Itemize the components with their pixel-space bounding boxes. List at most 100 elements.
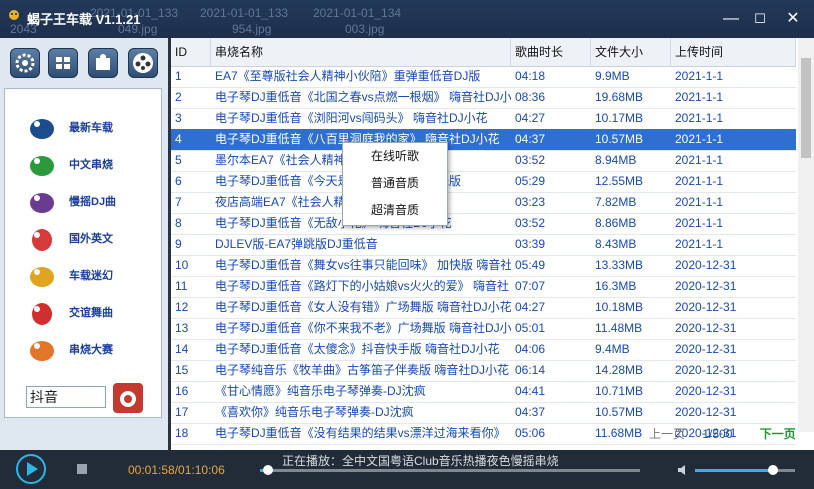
volume-icon[interactable] xyxy=(677,463,691,477)
table-row[interactable]: 6 电子琴DJ重低音《今天是你的生日》 广场舞版 05:29 12.55MB 2021-… xyxy=(171,171,796,193)
table-cell: 10.57MB xyxy=(595,405,644,419)
table-cell: 04:37 xyxy=(515,132,546,146)
video-button[interactable] xyxy=(128,48,158,78)
stop-button[interactable] xyxy=(77,464,87,474)
table-row[interactable]: 3 电子琴DJ重低音《浏阳河vs闯码头》 嗨音社DJ小花 04:27 10.17MB 2… xyxy=(171,108,796,130)
table-cell: 2020-12-31 xyxy=(675,279,737,293)
table-row[interactable]: 15 电子琴纯音乐《牧羊曲》古筝笛子伴奏版 嗨音社DJ小花 06:14 14.28MB… xyxy=(171,360,796,382)
table-cell: 2021-1-1 xyxy=(675,90,724,104)
category-item[interactable]: 国外英文 xyxy=(25,220,155,254)
category-item[interactable]: 串烧大赛 xyxy=(25,331,155,365)
dragon-mascot-icon xyxy=(30,267,54,287)
table-cell: 1 xyxy=(175,69,182,83)
scorpion-logo-icon xyxy=(9,10,19,20)
table-cell: 8.86MB xyxy=(595,216,637,230)
prev-page-link[interactable]: 上一页 xyxy=(649,427,685,441)
table-row[interactable]: 8 电子琴DJ重低音《无敌小花》 嗨音社DJ小花 03:52 8.86MB 2021-1… xyxy=(171,213,796,235)
play-button[interactable] xyxy=(16,454,46,484)
category-item[interactable]: 中文串烧 xyxy=(25,146,155,180)
menu-item-hd-quality[interactable]: 超清音质 xyxy=(343,197,447,224)
table-cell: 电子琴DJ重低音《女人没有错》广场舞版 嗨音社DJ小花 xyxy=(215,300,511,314)
record-button[interactable] xyxy=(113,383,143,413)
table-cell: 9 xyxy=(175,237,182,251)
table-cell: 03:23 xyxy=(515,195,546,209)
table-cell: 16 xyxy=(175,384,189,398)
scrollbar-thumb[interactable] xyxy=(801,58,811,158)
table-cell: 11 xyxy=(175,279,188,293)
progress-knob[interactable] xyxy=(262,465,273,475)
table-cell: 2021-1-1 xyxy=(675,153,724,167)
category-item[interactable]: 慢摇DJ曲 xyxy=(25,183,155,217)
window-title: 蝎子王车载 V1.1.21 xyxy=(27,12,141,27)
dragon-mascot-icon xyxy=(30,341,54,361)
next-page-link[interactable]: 下一页 xyxy=(760,427,796,441)
column-header-size[interactable]: 文件大小 xyxy=(591,38,671,66)
volume-slider[interactable] xyxy=(695,465,795,475)
table-cell: 6 xyxy=(175,174,182,188)
category-item[interactable]: 车载迷幻 xyxy=(25,257,155,291)
settings-button[interactable] xyxy=(10,48,40,78)
table-row[interactable]: 1 EA7《至尊版社会人精神小伙陪》重弹重低音DJ版 04:18 9.9MB 2021-… xyxy=(171,66,796,88)
table-cell: 2020-12-31 xyxy=(675,258,737,272)
table-row[interactable]: 17 《喜欢你》纯音乐电子琴弹奏-DJ沈疯 04:37 10.57MB 2020-12-… xyxy=(171,402,796,424)
menu-item-normal-quality[interactable]: 普通音质 xyxy=(343,170,447,197)
table-cell: 10.57MB xyxy=(595,132,644,146)
title-bar: 2021-01-01_133 2021-01-01_133 2021-01-01… xyxy=(0,0,814,38)
maximize-button[interactable]: ☐ xyxy=(749,8,771,30)
table-cell: EA7《至尊版社会人精神小伙陪》重弹重低音DJ版 xyxy=(215,69,481,83)
column-header-duration[interactable]: 歌曲时长 xyxy=(511,38,591,66)
table-row[interactable]: 13 电子琴DJ重低音《你不来我不老》广场舞版 嗨音社DJ小花 05:01 11.48… xyxy=(171,318,796,340)
table-row[interactable]: 14 电子琴DJ重低音《太傻念》抖音快手版 嗨音社DJ小花 04:06 9.4MB 20… xyxy=(171,339,796,361)
close-button[interactable]: ✕ xyxy=(782,8,804,30)
power-icon xyxy=(120,391,136,407)
column-header-id[interactable]: ID xyxy=(171,38,211,66)
table-row[interactable]: 2 电子琴DJ重低音《北国之春vs点燃一根烟》 嗨音社DJ小花 08:36 19.68… xyxy=(171,87,796,109)
table-cell: 5 xyxy=(175,153,182,167)
progress-slider[interactable] xyxy=(260,465,640,475)
table-cell: 2020-12-31 xyxy=(675,384,737,398)
search-input[interactable]: 抖音 xyxy=(26,386,106,408)
table-cell: 《甘心情愿》纯音乐电子琴弹奏-DJ沈疯 xyxy=(215,384,426,398)
film-reel-icon xyxy=(133,53,153,73)
category-list: 最新车载 中文串烧 慢摇DJ曲 国外英文 车载迷幻 交谊舞曲 串烧大赛 xyxy=(4,88,162,418)
table-cell: 2020-12-31 xyxy=(675,363,737,377)
table-cell: 2020-12-31 xyxy=(675,405,737,419)
table-cell: 电子琴DJ重低音《舞女vs往事只能回味》 加快版 嗨音社 xyxy=(215,258,511,272)
table-row[interactable]: 12 电子琴DJ重低音《女人没有错》广场舞版 嗨音社DJ小花 04:27 10.18M… xyxy=(171,297,796,319)
table-row[interactable]: 16 《甘心情愿》纯音乐电子琴弹奏-DJ沈疯 04:41 10.71MB 2020-12… xyxy=(171,381,796,403)
table-cell: 04:37 xyxy=(515,405,546,419)
column-header-upload-time[interactable]: 上传时间 xyxy=(671,38,796,66)
table-row[interactable]: 10 电子琴DJ重低音《舞女vs往事只能回味》 加快版 嗨音社 05:49 13.33… xyxy=(171,255,796,277)
table-row[interactable]: 4 电子琴DJ重低音《八百里洞庭我的家》 嗨音社DJ小花 04:37 10.57MB 2… xyxy=(171,129,796,151)
table-cell: 电子琴纯音乐《牧羊曲》古筝笛子伴奏版 嗨音社DJ小花 xyxy=(215,363,510,377)
volume-fill xyxy=(695,469,773,472)
background-file-name: 954.jpg xyxy=(232,22,272,36)
table-cell: 2021-1-1 xyxy=(675,132,724,146)
table-cell: 2021-1-1 xyxy=(675,237,724,251)
category-item[interactable]: 交谊舞曲 xyxy=(25,294,155,328)
table-cell: DJLEV版-EA7弹跳版DJ重低音 xyxy=(215,237,378,251)
table-cell: 4 xyxy=(175,132,182,146)
table-row[interactable]: 11 电子琴DJ重低音《路灯下的小姑娘vs火火的爱》 嗨音社 07:07 16.3MB… xyxy=(171,276,796,298)
pagination: 上一页 1/500 下一页 xyxy=(649,425,796,442)
page-indicator: 1/500 xyxy=(702,427,733,441)
category-item[interactable]: 最新车载 xyxy=(25,109,155,143)
window-icon xyxy=(56,57,70,69)
minimize-button[interactable]: — xyxy=(720,8,742,30)
vertical-scrollbar[interactable] xyxy=(798,38,814,432)
table-cell: 电子琴DJ重低音《太傻念》抖音快手版 嗨音社DJ小花 xyxy=(215,342,500,356)
window-button[interactable] xyxy=(48,48,78,78)
column-header-name[interactable]: 串烧名称 xyxy=(211,38,511,66)
table-row[interactable]: 7 夜店高端EA7《社会人精神小伙》重弹DJ版 03:23 7.82MB 2021-1-… xyxy=(171,192,796,214)
table-row[interactable]: 5 墨尔本EA7《社会人精神小伙》 03:52 8.94MB 2021-1-1 xyxy=(171,150,796,172)
song-table: ID 串烧名称 歌曲时长 文件大小 上传时间 1 EA7《至尊版社会人精神小伙陪》… xyxy=(171,38,814,450)
table-cell: 10 xyxy=(175,258,189,272)
table-cell: 《喜欢你》纯音乐电子琴弹奏-DJ沈疯 xyxy=(215,405,414,419)
menu-item-online-listen[interactable]: 在线听歌 xyxy=(343,143,447,170)
plugin-button[interactable] xyxy=(88,48,118,78)
table-row[interactable]: 9 DJLEV版-EA7弹跳版DJ重低音 03:39 8.43MB 2021-1-1 xyxy=(171,234,796,256)
table-cell: 04:41 xyxy=(515,384,546,398)
volume-knob[interactable] xyxy=(768,465,778,475)
puzzle-icon xyxy=(96,54,110,70)
table-cell: 05:01 xyxy=(515,321,546,335)
